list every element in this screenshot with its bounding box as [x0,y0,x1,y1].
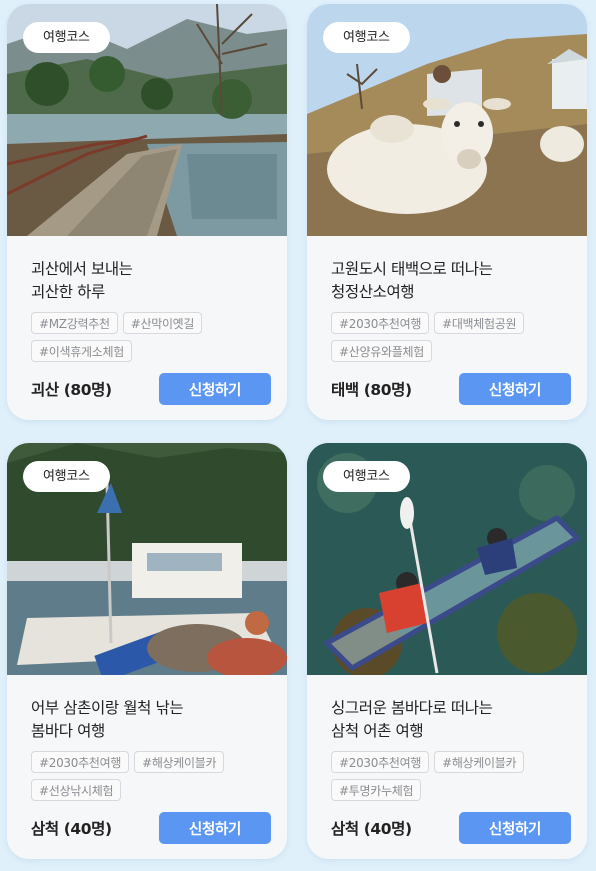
course-type-badge: 여행코스 [23,22,110,53]
course-title[interactable]: 싱그러운 봄바다로 떠나는 삼척 어촌 여행 [331,697,571,743]
tag-list: #2030추천여행 #해상케이블카 #선상낚시체험 [31,751,281,807]
tag: #투명카누체험 [331,779,422,801]
tag-list: #2030추천여행 #대백체험공원 #산양유와플체험 [331,312,581,368]
tag: #선상낚시체험 [31,779,122,801]
tag: #2030추천여행 [331,312,430,334]
tag: #해상케이블카 [434,751,525,773]
location-capacity: 삼척 (40명) [331,820,412,838]
course-card[interactable]: 여행코스 괴산에서 보내는 괴산한 하루 #MZ강력추천 #산막이옛길 #이색휴게소… [7,4,287,420]
course-type-badge: 여행코스 [23,461,110,492]
apply-button[interactable]: 신청하기 [159,812,271,844]
course-type-badge: 여행코스 [323,461,410,492]
apply-button[interactable]: 신청하기 [159,373,271,405]
tag: #MZ강력추천 [31,312,118,334]
course-photo[interactable]: 여행코스 [7,4,287,236]
tag-list: #MZ강력추천 #산막이옛길 #이색휴게소체험 [31,312,281,368]
tag: #2030추천여행 [31,751,130,773]
tag: #산막이옛길 [122,312,203,334]
course-card[interactable]: 여행코스 어부 삼촌이랑 월척 낚는 봄바다 여행 #2030추천여행 #해상케이… [7,443,287,859]
location-capacity: 괴산 (80명) [31,381,112,399]
location-capacity: 태백 (80명) [331,381,412,399]
course-photo[interactable]: 여행코스 [307,443,587,675]
apply-button[interactable]: 신청하기 [459,812,571,844]
course-type-badge: 여행코스 [323,22,410,53]
course-title[interactable]: 어부 삼촌이랑 월척 낚는 봄바다 여행 [31,697,271,743]
tag: #대백체험공원 [434,312,525,334]
apply-button[interactable]: 신청하기 [459,373,571,405]
course-title[interactable]: 고원도시 태백으로 떠나는 청정산소여행 [331,258,571,304]
tag: #2030추천여행 [331,751,430,773]
location-capacity: 삼척 (40명) [31,820,112,838]
course-card[interactable]: 여행코스 고원도시 태백으로 떠나는 청정산소여행 #2030추천여행 #대백체험… [307,4,587,420]
tag-list: #2030추천여행 #해상케이블카 #투명카누체험 [331,751,581,807]
course-title[interactable]: 괴산에서 보내는 괴산한 하루 [31,258,271,304]
tag: #이색휴게소체험 [31,340,132,362]
course-card[interactable]: 여행코스 싱그러운 봄바다로 떠나는 삼척 어촌 여행 #2030추천여행 #해상… [307,443,587,859]
course-photo[interactable]: 여행코스 [7,443,287,675]
tag: #산양유와플체험 [331,340,432,362]
tag: #해상케이블카 [134,751,225,773]
course-photo[interactable]: 여행코스 [307,4,587,236]
